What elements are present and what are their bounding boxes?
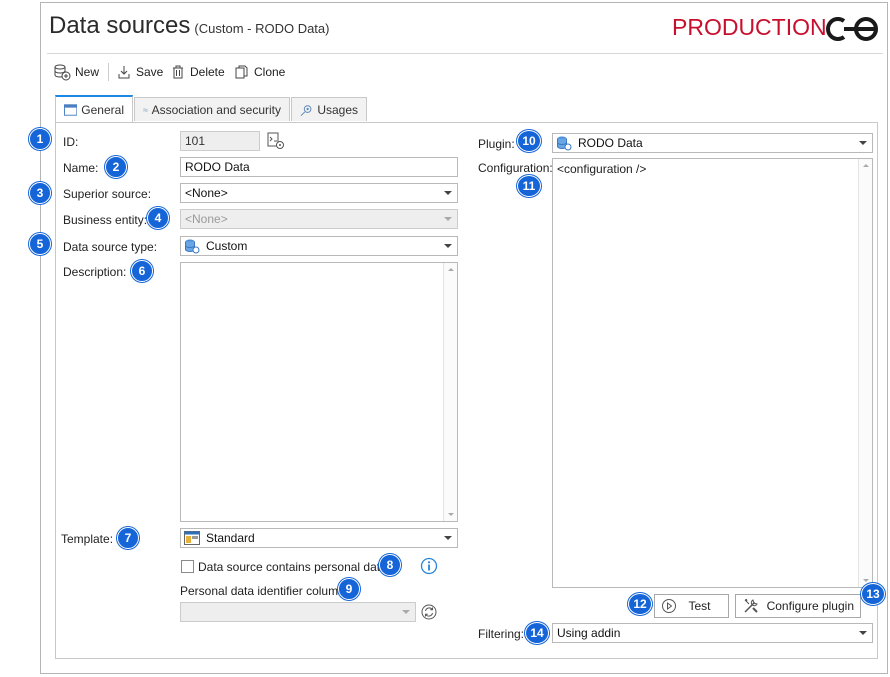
tools-icon xyxy=(744,598,758,613)
window-icon xyxy=(64,103,78,116)
tab-association-label: Association and security xyxy=(151,102,281,117)
superior-source-value: <None> xyxy=(185,186,228,200)
personal-data-checkbox-label: Data source contains personal data xyxy=(198,560,387,574)
tab-usages-label: Usages xyxy=(317,102,358,117)
name-label: Name: xyxy=(63,161,99,175)
name-value: RODO Data xyxy=(185,160,250,174)
callout-badge-11: 11 xyxy=(517,175,541,197)
configure-plugin-button[interactable]: Configure plugin xyxy=(735,594,861,618)
save-icon xyxy=(118,66,130,79)
trash-icon xyxy=(173,65,183,79)
chevron-down-icon xyxy=(444,244,452,248)
plugin-select[interactable]: RODO Data xyxy=(552,133,873,153)
page-title-text: Data sources xyxy=(49,12,191,39)
id-value: 101 xyxy=(185,134,206,148)
save-button[interactable]: Save xyxy=(116,61,163,83)
callout-badge-9: 9 xyxy=(338,578,360,600)
new-database-icon xyxy=(54,64,71,81)
test-button-label: Test xyxy=(688,599,711,613)
environment-label: PRODUCTION xyxy=(672,14,827,40)
clone-button-label: Clone xyxy=(254,65,286,79)
delete-button[interactable]: Delete xyxy=(170,61,225,83)
save-button-label: Save xyxy=(136,65,164,79)
superior-source-label: Superior source: xyxy=(63,187,152,201)
toolbar-separator xyxy=(108,63,109,81)
copy-id-icon[interactable] xyxy=(266,131,286,151)
chevron-down-icon xyxy=(444,536,452,540)
header-divider xyxy=(47,53,883,54)
callout-badge-10: 10 xyxy=(517,130,541,152)
chevron-down-icon xyxy=(402,610,410,614)
callout-badge-8: 8 xyxy=(379,554,401,576)
configuration-scrollbar[interactable] xyxy=(858,159,872,587)
callout-badge-2: 2 xyxy=(105,156,127,178)
usages-gear-icon xyxy=(300,104,312,116)
template-value: Standard xyxy=(206,531,255,545)
data-source-type-value: Custom xyxy=(206,239,248,253)
delete-button-label: Delete xyxy=(190,65,225,79)
callout-badge-12: 12 xyxy=(628,593,652,615)
clone-button[interactable]: Clone xyxy=(234,61,285,83)
callout-badge-7: 7 xyxy=(117,527,139,549)
personal-column-select xyxy=(180,602,416,622)
template-select[interactable]: Standard xyxy=(180,528,458,548)
business-entity-label: Business entity: xyxy=(63,213,148,227)
new-button-label: New xyxy=(75,65,100,79)
callout-badge-6: 6 xyxy=(131,260,153,282)
clone-icon xyxy=(235,65,248,79)
template-icon xyxy=(184,531,200,545)
configure-plugin-label: Configure plugin xyxy=(766,599,854,613)
name-input[interactable]: RODO Data xyxy=(180,157,458,177)
data-source-type-label: Data source type: xyxy=(63,240,158,254)
configuration-label: Configuration: xyxy=(478,161,553,175)
business-entity-select: <None> xyxy=(180,209,458,229)
chevron-down-icon xyxy=(444,217,452,221)
callout-badge-3: 3 xyxy=(29,182,51,204)
chevron-down-icon xyxy=(859,141,867,145)
filtering-label: Filtering: xyxy=(478,627,525,641)
page-subtitle: (Custom - RODO Data) xyxy=(194,21,330,36)
plugin-value: RODO Data xyxy=(578,136,643,150)
play-icon xyxy=(662,599,676,613)
id-label: ID: xyxy=(63,135,79,149)
page-title: Data sources (Custom - RODO Data) xyxy=(49,12,329,40)
database-icon xyxy=(185,239,200,254)
data-source-type-select[interactable]: Custom xyxy=(180,236,458,256)
plugin-label: Plugin: xyxy=(478,137,515,151)
configuration-textarea[interactable]: <configuration /> xyxy=(552,158,873,588)
callout-badge-4: 4 xyxy=(147,207,169,229)
plugin-database-icon xyxy=(557,136,572,151)
tab-general[interactable]: General xyxy=(55,95,133,122)
callout-badge-5: 5 xyxy=(29,233,51,255)
new-button[interactable]: New xyxy=(53,61,99,83)
chevron-down-icon xyxy=(859,631,867,635)
tab-usages[interactable]: Usages xyxy=(291,97,367,121)
description-label: Description: xyxy=(63,265,127,279)
callout-badge-1: 1 xyxy=(29,128,51,150)
test-button[interactable]: Test xyxy=(654,594,729,618)
id-field: 101 xyxy=(180,131,260,151)
brand-logo-icon xyxy=(826,17,878,41)
personal-column-label: Personal data identifier column: xyxy=(180,584,349,598)
tab-general-label: General xyxy=(81,102,124,117)
tab-association-security[interactable]: Association and security xyxy=(134,97,290,121)
user-lock-icon xyxy=(143,107,148,112)
info-icon[interactable] xyxy=(420,557,438,575)
filtering-value: Using addin xyxy=(557,626,621,640)
configuration-value: <configuration /> xyxy=(557,162,647,176)
personal-data-checkbox[interactable] xyxy=(181,560,194,573)
superior-source-select[interactable]: <None> xyxy=(180,183,458,203)
callout-badge-14: 14 xyxy=(525,622,549,644)
chevron-down-icon xyxy=(444,191,452,195)
template-label: Template: xyxy=(61,532,114,546)
description-scrollbar[interactable] xyxy=(443,263,457,521)
description-textarea[interactable] xyxy=(180,262,458,522)
refresh-icon[interactable] xyxy=(420,603,438,621)
business-entity-value: <None> xyxy=(185,212,228,226)
filtering-select[interactable]: Using addin xyxy=(552,623,873,643)
callout-badge-13: 13 xyxy=(861,583,885,605)
